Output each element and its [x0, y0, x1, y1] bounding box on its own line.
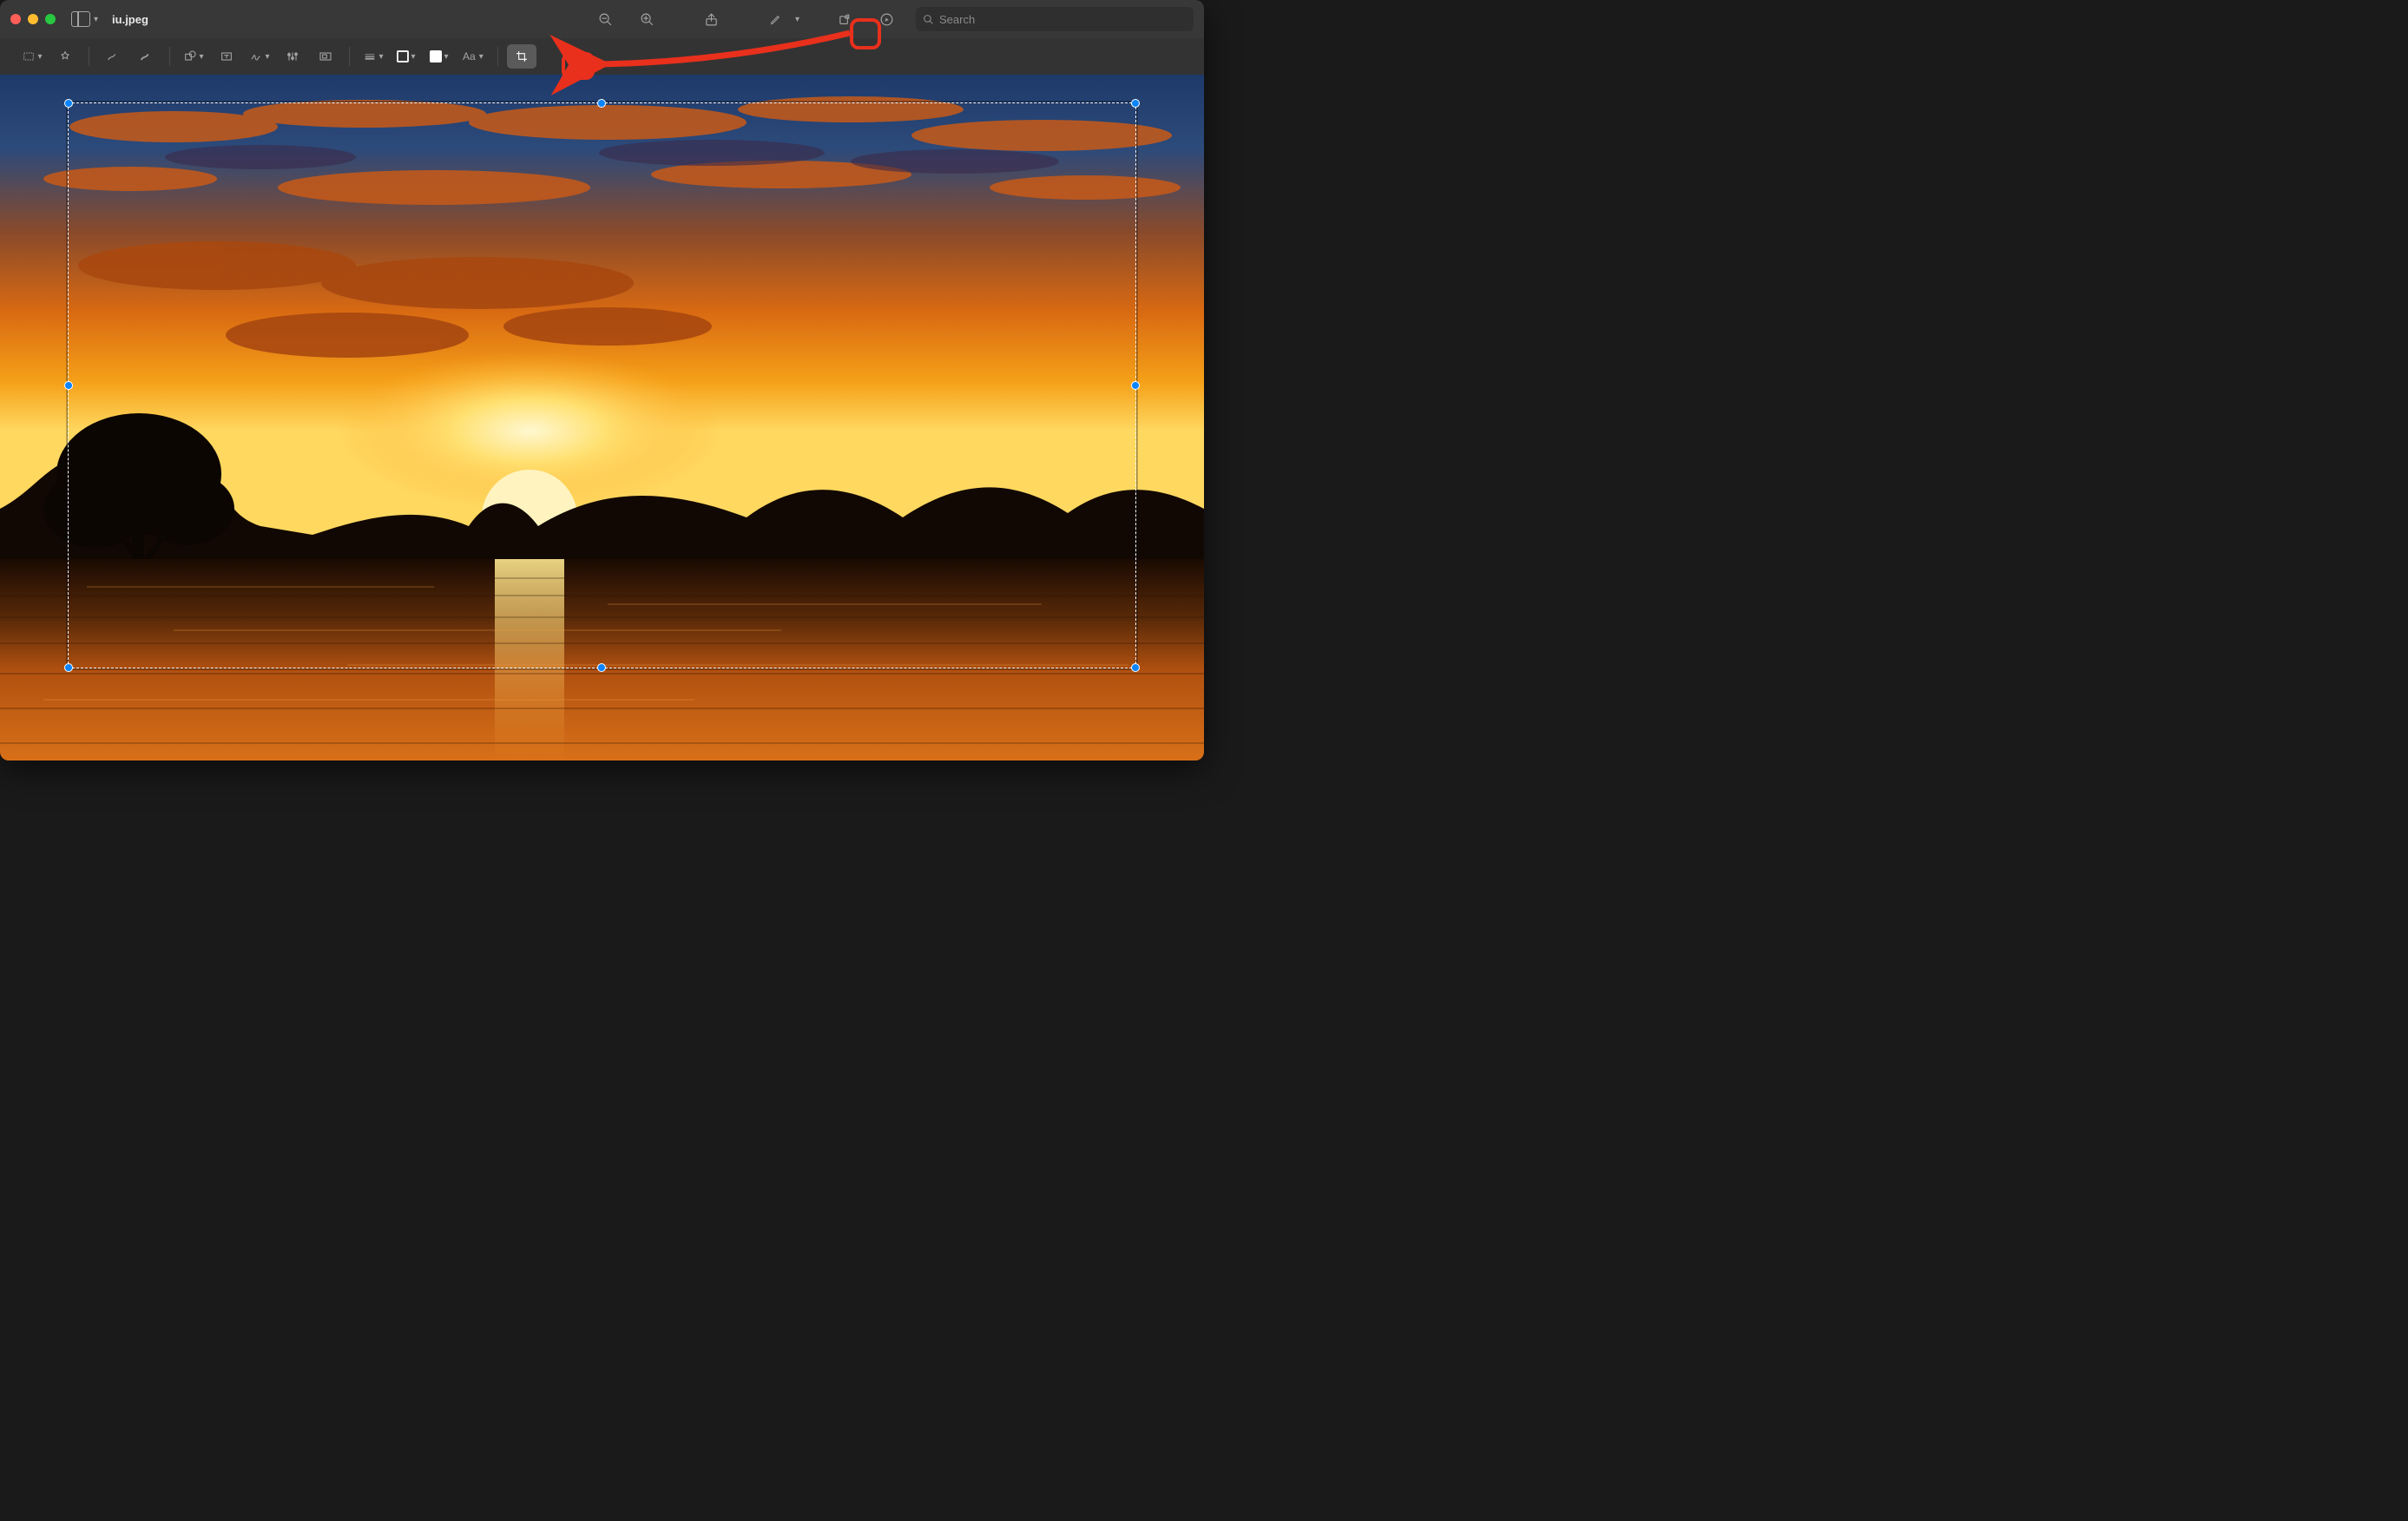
- draw-button[interactable]: [131, 44, 161, 69]
- instant-alpha-button[interactable]: [50, 44, 80, 69]
- crop-handle-top-left[interactable]: [64, 99, 73, 108]
- markup-toolbar: ▾ ▾ ▾ ▾ ▾: [0, 38, 1204, 75]
- rotate-button[interactable]: [829, 6, 860, 32]
- zoom-in-icon: [640, 12, 655, 27]
- shape-stroke-icon: [363, 49, 377, 63]
- text-icon: [220, 49, 234, 63]
- chevron-down-icon: ▾: [199, 52, 203, 62]
- crop-handle-top-center[interactable]: [597, 99, 606, 108]
- chevron-down-icon: ▾: [378, 52, 383, 62]
- titlebar: ▾ iu.jpeg ▾ Search: [0, 0, 1204, 38]
- image-canvas[interactable]: [0, 75, 1204, 760]
- text-style-button[interactable]: Aa▾: [457, 44, 489, 69]
- highlight-button[interactable]: [760, 6, 792, 32]
- minimize-window-button[interactable]: [28, 14, 38, 24]
- search-placeholder: Search: [939, 13, 975, 26]
- shapes-icon: [183, 49, 197, 63]
- crop-handle-bottom-left[interactable]: [64, 663, 73, 672]
- zoom-out-button[interactable]: [590, 6, 622, 32]
- chevron-down-icon: ▾: [265, 52, 269, 62]
- fullscreen-window-button[interactable]: [45, 14, 56, 24]
- chevron-down-icon[interactable]: ▾: [94, 15, 98, 24]
- zoom-out-icon: [598, 12, 613, 27]
- border-color-button[interactable]: ▾: [391, 44, 421, 69]
- separator: [497, 47, 498, 66]
- sidebar-toggle-button[interactable]: [71, 11, 90, 27]
- draw-icon: [139, 49, 153, 63]
- search-icon: [923, 14, 934, 25]
- adjust-color-button[interactable]: [278, 44, 307, 69]
- fill-color-icon: [430, 50, 442, 63]
- window-controls: [10, 14, 56, 24]
- chevron-down-icon: ▾: [479, 52, 484, 62]
- crop-icon: [515, 49, 529, 63]
- crop-handle-middle-left[interactable]: [64, 381, 73, 390]
- chevron-down-icon: ▾: [411, 52, 415, 62]
- separator: [169, 47, 170, 66]
- selection-tool-button[interactable]: ▾: [17, 44, 47, 69]
- share-icon: [704, 12, 719, 27]
- document-title: iu.jpeg: [112, 13, 148, 26]
- preview-window: ▾ iu.jpeg ▾ Search: [0, 0, 1204, 760]
- rectangular-selection-icon: [22, 49, 36, 63]
- search-field[interactable]: Search: [916, 7, 1194, 31]
- chevron-down-icon: ▾: [444, 52, 448, 62]
- chevron-down-icon: ▾: [37, 52, 42, 62]
- adjust-size-button[interactable]: [311, 44, 340, 69]
- markup-icon: [879, 12, 894, 27]
- rotate-icon: [838, 12, 852, 27]
- sign-icon: [249, 49, 263, 63]
- share-button[interactable]: [696, 6, 727, 32]
- crop-button[interactable]: [507, 44, 536, 69]
- border-color-icon: [397, 50, 409, 63]
- zoom-in-button[interactable]: [632, 6, 663, 32]
- instant-alpha-icon: [58, 49, 72, 63]
- sketch-button[interactable]: [98, 44, 128, 69]
- sketch-icon: [106, 49, 120, 63]
- shape-style-button[interactable]: ▾: [359, 44, 388, 69]
- pencil-icon: [769, 13, 782, 26]
- text-style-label: Aa: [463, 50, 476, 63]
- fill-color-button[interactable]: ▾: [424, 44, 454, 69]
- close-window-button[interactable]: [10, 14, 21, 24]
- separator: [349, 47, 350, 66]
- markup-toolbar-button[interactable]: [871, 6, 902, 32]
- sign-button[interactable]: ▾: [245, 44, 274, 69]
- adjust-color-icon: [286, 49, 299, 63]
- crop-selection[interactable]: [68, 102, 1137, 668]
- shapes-button[interactable]: ▾: [179, 44, 208, 69]
- text-button[interactable]: [212, 44, 241, 69]
- image-mask-icon: [319, 49, 332, 63]
- chevron-down-icon[interactable]: ▾: [795, 15, 799, 24]
